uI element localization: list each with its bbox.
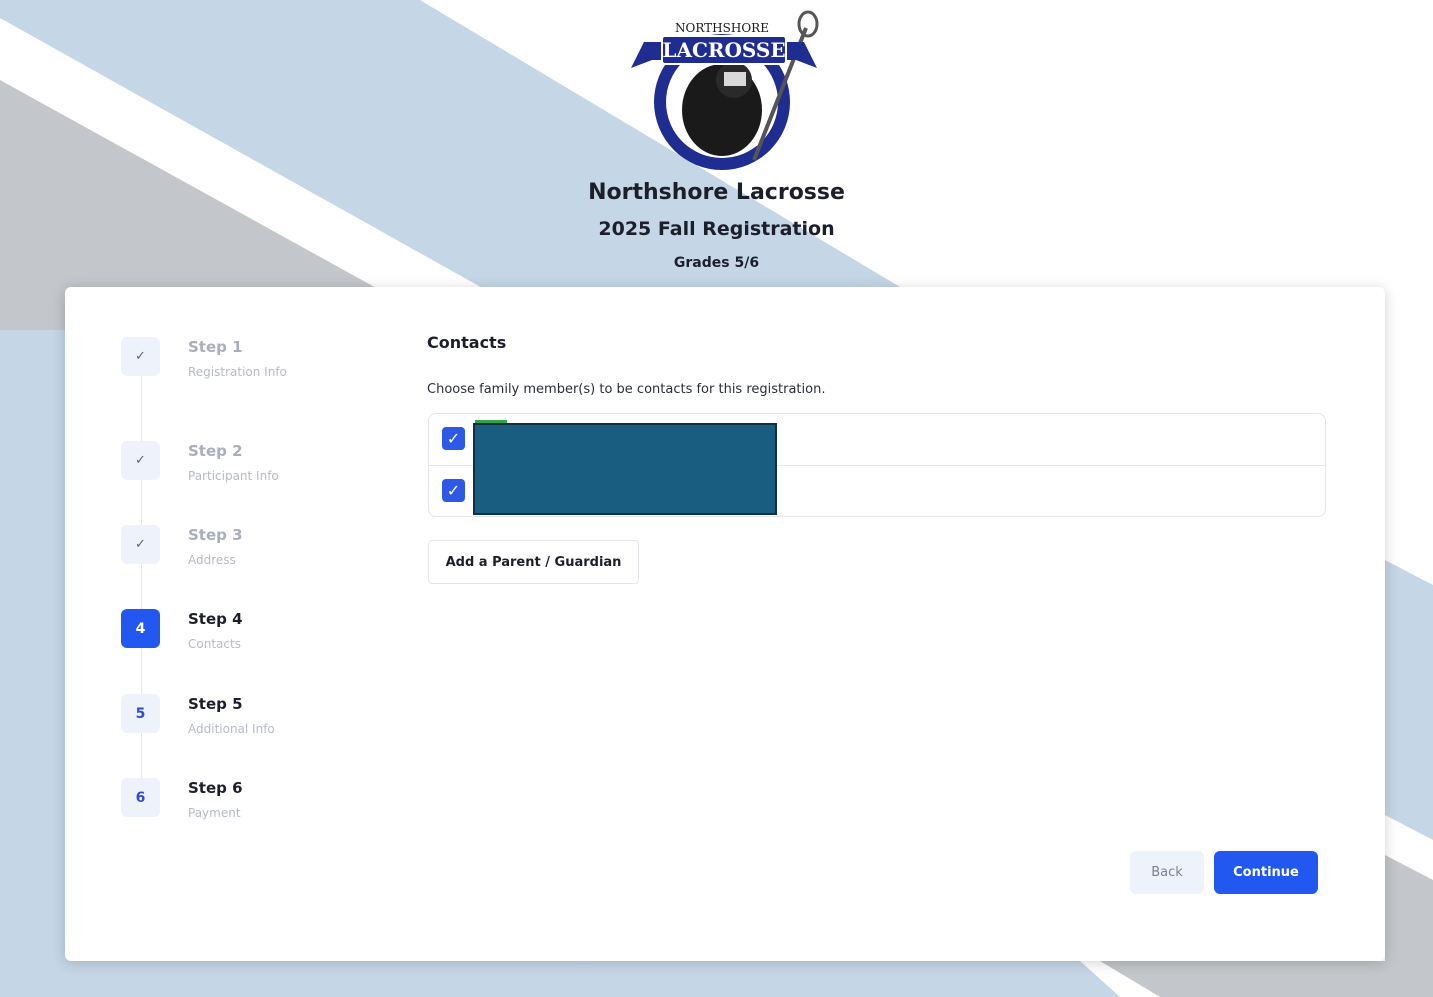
stick-head xyxy=(797,10,819,38)
step-3[interactable]: ✓ Step 3 Address xyxy=(121,525,401,585)
step-6[interactable]: 6 Step 6 Payment xyxy=(121,778,401,838)
org-logo: LACROSSE NORTHSHORE xyxy=(626,10,822,172)
step-title: Step 4 xyxy=(188,610,243,628)
step-title: Step 1 xyxy=(188,338,243,356)
step-2[interactable]: ✓ Step 2 Participant Info xyxy=(121,441,401,501)
checkmark-icon: ✓ xyxy=(446,429,461,448)
check-icon: ✓ xyxy=(121,441,160,480)
stripe-blue-bottom xyxy=(575,961,1120,997)
step-1[interactable]: ✓ Step 1 Registration Info xyxy=(121,337,401,397)
continue-button[interactable]: Continue xyxy=(1214,851,1318,894)
stripe-gray-right xyxy=(1385,855,1433,997)
contact-checkbox[interactable]: ✓ xyxy=(442,427,465,450)
stripe-blue-left xyxy=(0,380,70,700)
add-parent-guardian-button[interactable]: Add a Parent / Guardian xyxy=(428,540,639,584)
step-4[interactable]: 4 Step 4 Contacts xyxy=(121,609,401,669)
grades-label: Grades 5/6 xyxy=(673,255,760,271)
helmet-cage xyxy=(724,72,746,86)
contact-checkbox[interactable]: ✓ xyxy=(442,479,465,502)
step-title: Step 5 xyxy=(188,695,243,713)
step-subtitle: Registration Info xyxy=(188,365,287,379)
season-title: 2025 Fall Registration xyxy=(598,218,835,240)
section-description: Choose family member(s) to be contacts f… xyxy=(427,382,826,397)
step-subtitle: Address xyxy=(188,553,236,567)
stripe-blue-right xyxy=(1385,560,1433,840)
stripe-gray-bottom xyxy=(1100,961,1385,997)
check-icon: ✓ xyxy=(121,525,160,564)
step-title: Step 3 xyxy=(188,526,243,544)
step-title: Step 2 xyxy=(188,442,243,460)
step-title: Step 6 xyxy=(188,779,243,797)
step-5[interactable]: 5 Step 5 Additional Info xyxy=(121,694,401,754)
step-number-badge: 4 xyxy=(121,609,160,648)
check-icon: ✓ xyxy=(121,337,160,376)
redacted-contact-names xyxy=(473,423,777,515)
registration-card: ✓ Step 1 Registration Info ✓ Step 2 Part… xyxy=(65,287,1385,961)
step-number-badge: 6 xyxy=(121,778,160,817)
step-subtitle: Payment xyxy=(188,806,241,820)
checkmark-icon: ✓ xyxy=(446,481,461,500)
back-button[interactable]: Back xyxy=(1130,851,1204,894)
step-subtitle: Contacts xyxy=(188,637,241,651)
section-title: Contacts xyxy=(427,333,507,352)
logo-banner-text: LACROSSE xyxy=(662,38,785,62)
step-number-badge: 5 xyxy=(121,694,160,733)
step-subtitle: Additional Info xyxy=(188,722,275,736)
org-name: Northshore Lacrosse xyxy=(588,180,845,205)
step-subtitle: Participant Info xyxy=(188,469,279,483)
logo-top-text: NORTHSHORE xyxy=(675,21,769,35)
